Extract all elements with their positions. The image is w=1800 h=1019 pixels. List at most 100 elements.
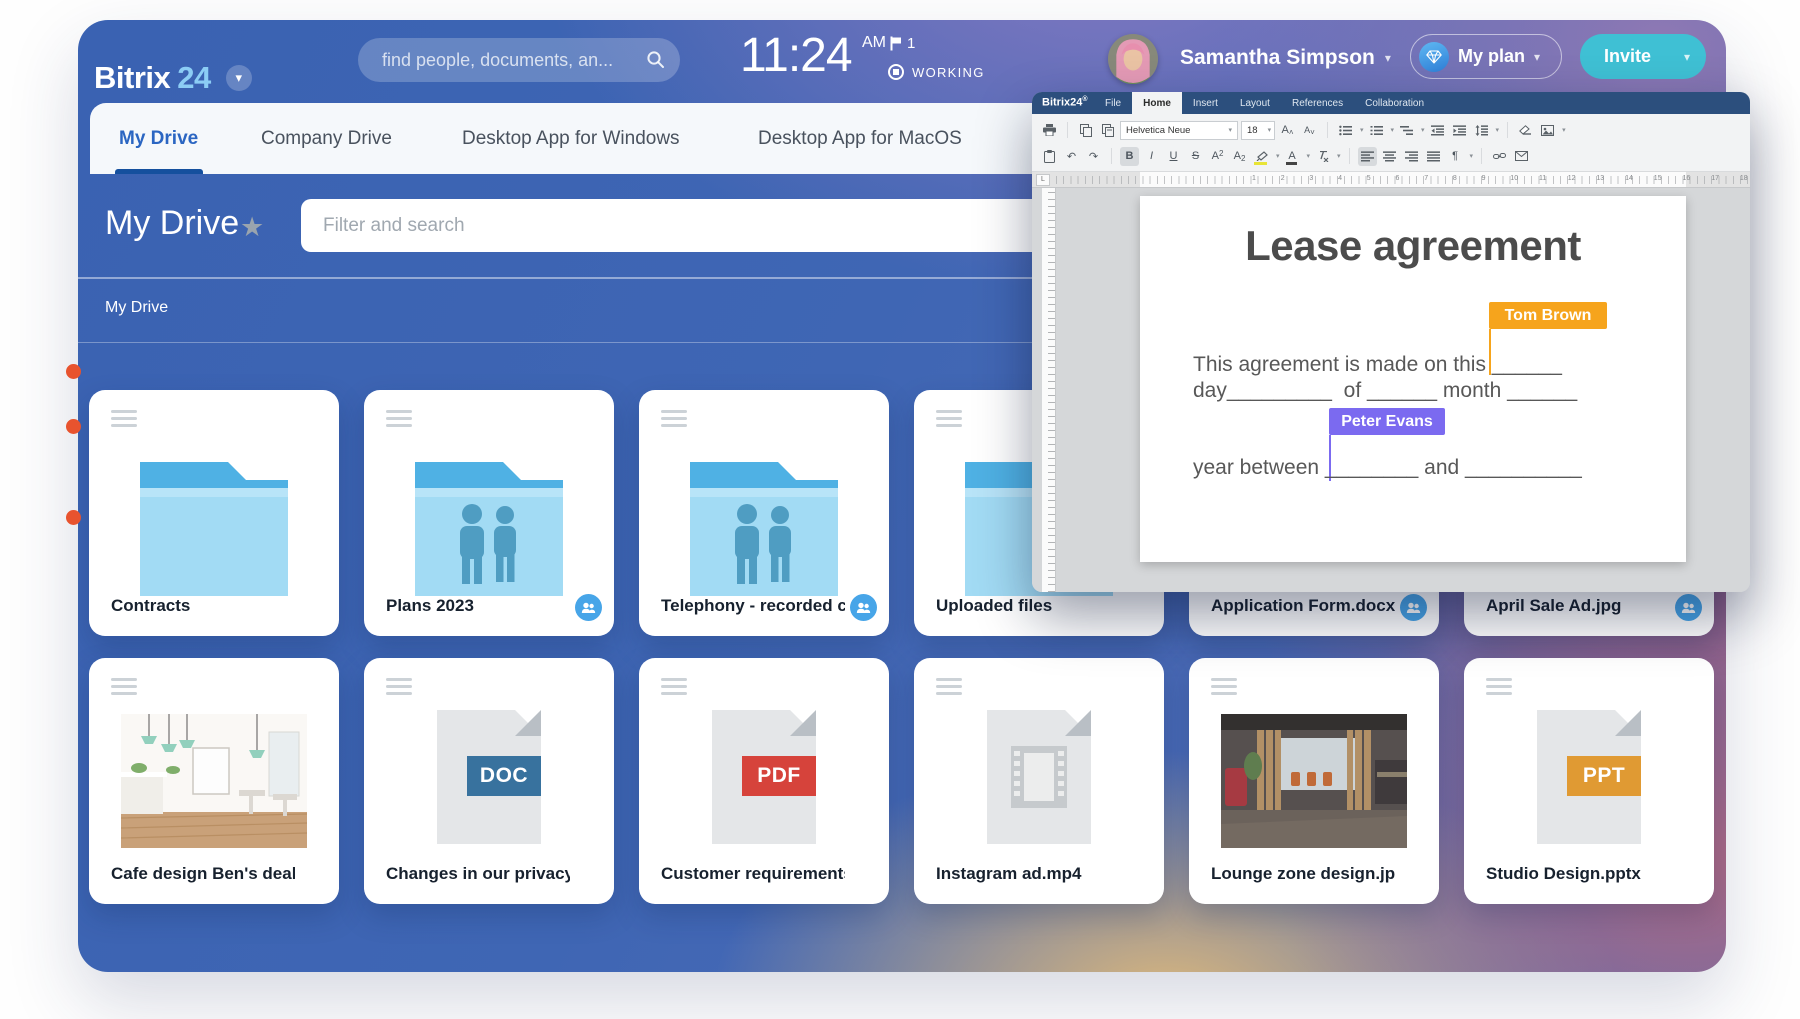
insert-image-icon[interactable] xyxy=(1538,121,1557,140)
undo-icon[interactable]: ↶ xyxy=(1062,147,1081,166)
menu-home[interactable]: Home xyxy=(1132,92,1182,114)
card-menu-icon[interactable] xyxy=(386,410,412,431)
tab-stop-selector[interactable]: L xyxy=(1036,174,1050,186)
file-card-cafe-design[interactable]: Cafe design Ben's deal.jpg xyxy=(89,658,339,904)
card-menu-icon[interactable] xyxy=(661,678,687,699)
clear-format-icon[interactable] xyxy=(1313,147,1332,166)
search-icon[interactable] xyxy=(646,50,665,69)
page-fold-decoration xyxy=(515,710,541,736)
line-spacing-icon[interactable] xyxy=(1472,121,1491,140)
card-menu-icon[interactable] xyxy=(386,678,412,699)
document-editor-window: Bitrix24® File Home Insert Layout Refere… xyxy=(1032,92,1750,592)
document-page[interactable]: Lease agreement Tom Brown This agreement… xyxy=(1140,196,1686,562)
notification-dot xyxy=(66,419,81,434)
file-card-plans-2023[interactable]: Plans 2023 xyxy=(364,390,614,636)
tab-desktop-app-macos[interactable]: Desktop App for MacOS xyxy=(758,103,962,174)
file-name: April Sale Ad.jpg xyxy=(1486,596,1670,616)
copy-icon[interactable] xyxy=(1076,121,1095,140)
clock-time: 11:24 xyxy=(740,28,852,83)
menu-insert[interactable]: Insert xyxy=(1182,92,1229,114)
favorite-star-icon[interactable]: ★ xyxy=(240,212,264,243)
logo-chevron-down-icon[interactable]: ▾ xyxy=(226,65,252,91)
horizontal-ruler[interactable]: L 123456789101112131415161718 xyxy=(1032,172,1750,188)
card-menu-icon[interactable] xyxy=(1211,678,1237,699)
font-size-select[interactable]: 18▾ xyxy=(1241,121,1275,140)
highlight-color-icon[interactable] xyxy=(1252,147,1271,166)
doc-badge: DOC xyxy=(467,756,541,796)
file-card-customer-requirements[interactable]: PDF Customer requirements.pdf xyxy=(639,658,889,904)
card-menu-icon[interactable] xyxy=(936,678,962,699)
paste-icon[interactable] xyxy=(1040,147,1059,166)
align-right-icon[interactable] xyxy=(1402,147,1421,166)
tab-desktop-app-windows[interactable]: Desktop App for Windows xyxy=(462,103,680,174)
bold-icon[interactable]: B xyxy=(1120,147,1139,166)
menu-references[interactable]: References xyxy=(1281,92,1354,114)
menu-collaboration[interactable]: Collaboration xyxy=(1354,92,1435,114)
lounge-photo-thumbnail xyxy=(1221,714,1407,848)
menu-file[interactable]: File xyxy=(1094,92,1132,114)
file-card-privacy-policy[interactable]: DOC Changes in our privacy poli... xyxy=(364,658,614,904)
document-text-line: This agreement is made on this ______ xyxy=(1193,353,1562,377)
breadcrumb[interactable]: My Drive xyxy=(105,299,168,317)
subscript-icon[interactable]: A2 xyxy=(1230,147,1249,166)
my-plan-button[interactable]: My plan ▾ xyxy=(1410,34,1562,79)
increase-font-icon[interactable]: A˄ xyxy=(1278,121,1297,140)
align-justify-icon[interactable] xyxy=(1424,147,1443,166)
mail-merge-icon[interactable] xyxy=(1512,147,1531,166)
decrease-indent-icon[interactable] xyxy=(1428,121,1447,140)
working-status-icon xyxy=(888,64,904,80)
user-menu[interactable]: Samantha Simpson ▾ xyxy=(1180,46,1391,70)
strikethrough-icon[interactable]: S xyxy=(1186,147,1205,166)
flag-counter[interactable]: 1 xyxy=(890,35,915,52)
redo-icon[interactable]: ↷ xyxy=(1084,147,1103,166)
logo-text-primary: Bitrix xyxy=(94,60,170,96)
card-menu-icon[interactable] xyxy=(111,678,137,699)
active-tab-underline xyxy=(115,169,203,174)
card-menu-icon[interactable] xyxy=(661,410,687,431)
increase-indent-icon[interactable] xyxy=(1450,121,1469,140)
file-card-telephony[interactable]: Telephony - recorded calls xyxy=(639,390,889,636)
card-menu-icon[interactable] xyxy=(936,410,962,431)
vertical-ruler[interactable] xyxy=(1042,188,1056,592)
bullet-list-icon[interactable] xyxy=(1336,121,1355,140)
card-menu-icon[interactable] xyxy=(1486,678,1512,699)
file-name: Instagram ad.mp4 xyxy=(936,864,1120,884)
tab-my-drive[interactable]: My Drive xyxy=(119,103,198,174)
file-card-contracts[interactable]: Contracts xyxy=(89,390,339,636)
italic-icon[interactable]: I xyxy=(1142,147,1161,166)
shared-folder-icon xyxy=(409,454,569,600)
print-icon[interactable] xyxy=(1040,121,1059,140)
file-name: Cafe design Ben's deal.jpg xyxy=(111,864,295,884)
user-avatar[interactable] xyxy=(1108,34,1158,84)
eraser-icon[interactable] xyxy=(1516,121,1535,140)
file-card-lounge-zone[interactable]: Lounge zone design.jpg xyxy=(1189,658,1439,904)
document-text-line: day_________ of ______ month ______ xyxy=(1193,379,1577,403)
multilevel-list-icon[interactable] xyxy=(1397,121,1416,140)
invite-button[interactable]: Invite ▾ xyxy=(1580,34,1706,79)
paragraph-mark-icon[interactable]: ¶ xyxy=(1446,147,1465,166)
align-left-icon[interactable] xyxy=(1358,147,1377,166)
file-card-instagram-ad[interactable]: Instagram ad.mp4 xyxy=(914,658,1164,904)
align-center-icon[interactable] xyxy=(1380,147,1399,166)
font-family-select[interactable]: Helvetica Neue▾ xyxy=(1120,121,1238,140)
copy-style-icon[interactable] xyxy=(1098,121,1117,140)
page-title: My Drive xyxy=(105,204,239,243)
superscript-icon[interactable]: A2 xyxy=(1208,147,1227,166)
menu-layout[interactable]: Layout xyxy=(1229,92,1281,114)
font-color-icon[interactable]: A xyxy=(1283,147,1302,166)
link-icon[interactable] xyxy=(1490,147,1509,166)
collab-cursor-tom-brown: Tom Brown xyxy=(1489,302,1607,329)
card-menu-icon[interactable] xyxy=(111,410,137,431)
folder-icon xyxy=(134,454,294,600)
shared-users-badge xyxy=(1675,594,1702,621)
global-search-input[interactable] xyxy=(358,50,680,71)
tab-company-drive[interactable]: Company Drive xyxy=(261,103,392,174)
underline-icon[interactable]: U xyxy=(1164,147,1183,166)
file-card-studio-design[interactable]: PPT Studio Design.pptx xyxy=(1464,658,1714,904)
file-name: Application Form.docx xyxy=(1211,596,1395,616)
work-status[interactable]: WORKING xyxy=(888,64,985,80)
decrease-font-icon[interactable]: A˅ xyxy=(1300,121,1319,140)
collab-cursor-peter-evans: Peter Evans xyxy=(1329,408,1445,435)
numbered-list-icon[interactable] xyxy=(1367,121,1386,140)
file-name: Uploaded files xyxy=(936,596,1120,616)
